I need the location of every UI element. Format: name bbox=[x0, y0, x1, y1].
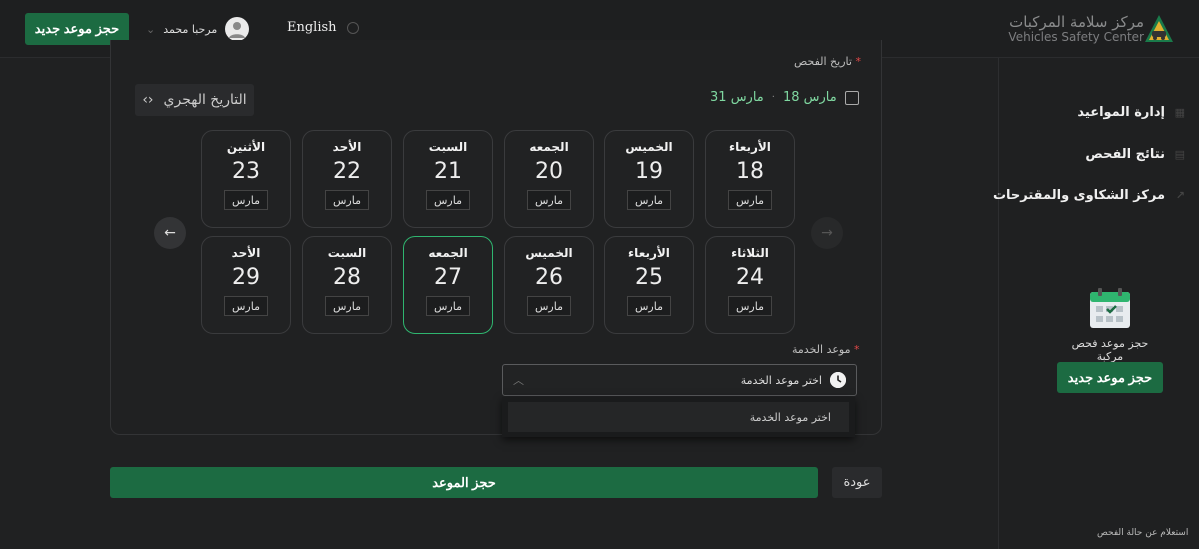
day-number: 21 bbox=[434, 159, 462, 184]
day-card[interactable]: الأثنين 23 مارس bbox=[201, 130, 291, 228]
sidebar-item-label: نتائج الفحص bbox=[1085, 147, 1165, 162]
day-number: 24 bbox=[736, 265, 764, 290]
back-button[interactable]: عودة bbox=[832, 467, 882, 498]
next-arrow-icon[interactable]: → bbox=[811, 217, 843, 249]
day-name: السبت bbox=[428, 140, 468, 154]
month-badge: مارس bbox=[527, 190, 571, 210]
month-badge: مارس bbox=[325, 190, 369, 210]
sidebar-item-label: مركز الشكاوى والمقترحات bbox=[992, 188, 1165, 203]
day-card[interactable]: الجمعه 20 مارس bbox=[504, 130, 594, 228]
brand-name-en: Vehicles Safety Center bbox=[1008, 30, 1144, 45]
status-inquiry-link[interactable]: استعلام عن حالة الفحص bbox=[1097, 528, 1188, 538]
language-label: English bbox=[287, 20, 337, 35]
sidebar-item-complaints[interactable]: مركز الشكاوى والمقترحات ↗ bbox=[992, 188, 1185, 203]
day-number: 20 bbox=[535, 159, 563, 184]
dropdown-option[interactable]: اختر موعد الخدمة bbox=[508, 402, 849, 432]
range-end: 31 مارس bbox=[710, 90, 764, 105]
required-mark: * bbox=[853, 343, 860, 356]
day-card[interactable]: السبت 28 مارس bbox=[302, 236, 392, 334]
day-name: الأربعاء bbox=[729, 140, 771, 154]
day-number: 26 bbox=[535, 265, 563, 290]
month-badge: مارس bbox=[224, 296, 268, 316]
day-name: الأربعاء bbox=[628, 246, 670, 260]
clock-icon bbox=[830, 372, 846, 388]
day-number: 18 bbox=[736, 159, 764, 184]
external-link-icon: ↗ bbox=[1175, 189, 1185, 202]
day-card[interactable]: الجمعه 27 مارس bbox=[403, 236, 493, 334]
hijri-toggle-button[interactable]: ‹› التاريخ الهجري bbox=[135, 84, 254, 116]
day-name: الأحد bbox=[332, 140, 362, 154]
user-menu[interactable]: ⌄ مرحبا محمد bbox=[146, 16, 250, 42]
day-card[interactable]: الأربعاء 25 مارس bbox=[604, 236, 694, 334]
day-number: 29 bbox=[232, 265, 260, 290]
month-badge: مارس bbox=[325, 296, 369, 316]
avatar bbox=[225, 17, 250, 41]
select-placeholder: اختر موعد الخدمة bbox=[740, 373, 822, 387]
day-card[interactable]: الأربعاء 18 مارس bbox=[705, 130, 795, 228]
month-badge: مارس bbox=[728, 190, 772, 210]
sidebar-item-label: إدارة المواعيد bbox=[1077, 105, 1165, 120]
day-name: الثلاثاء bbox=[731, 246, 769, 260]
sidebar-item-results[interactable]: نتائج الفحص ▤ bbox=[1085, 147, 1185, 162]
day-card[interactable]: الأحد 22 مارس bbox=[302, 130, 392, 228]
day-name: السبت bbox=[327, 246, 367, 260]
month-badge: مارس bbox=[728, 296, 772, 316]
date-range: 31 مارس · 18 مارس bbox=[710, 90, 859, 105]
required-mark: * bbox=[855, 55, 861, 68]
day-name: الجمعه bbox=[428, 246, 468, 260]
day-name: الجمعه bbox=[529, 140, 569, 154]
range-separator: · bbox=[771, 92, 775, 103]
service-time-dropdown: اختر موعد الخدمة bbox=[502, 397, 855, 437]
calendar-check-icon bbox=[1090, 288, 1130, 328]
day-number: 28 bbox=[333, 265, 361, 290]
chevron-down-icon: ⌄ bbox=[146, 22, 156, 36]
day-name: الخميس bbox=[525, 246, 573, 260]
service-time-label-text: موعد الخدمة bbox=[792, 343, 851, 356]
chevron-up-icon: ︿ bbox=[513, 374, 524, 387]
day-card[interactable]: الأحد 29 مارس bbox=[201, 236, 291, 334]
service-time-label: موعد الخدمة * bbox=[792, 343, 859, 356]
day-name: الخميس bbox=[625, 140, 673, 154]
book-appointment-button[interactable]: حجز الموعد bbox=[110, 467, 818, 498]
date-label-text: تاريخ الفحص bbox=[794, 55, 852, 68]
day-number: 22 bbox=[333, 159, 361, 184]
service-time-select[interactable]: ︿ اختر موعد الخدمة bbox=[502, 364, 857, 396]
hijri-label: التاريخ الهجري bbox=[163, 92, 247, 108]
day-number: 23 bbox=[232, 159, 260, 184]
code-icon: ‹› bbox=[142, 92, 154, 108]
range-start: 18 مارس bbox=[782, 90, 837, 105]
promo-new-booking-button[interactable]: حجز موعد جديد bbox=[1057, 362, 1163, 393]
month-badge: مارس bbox=[627, 190, 671, 210]
calendar-icon bbox=[844, 90, 859, 105]
day-name: الأحد bbox=[231, 246, 261, 260]
day-card[interactable]: السبت 21 مارس bbox=[403, 130, 493, 228]
brand-name: مركز سلامة المركبات Vehicles Safety Cent… bbox=[1008, 13, 1144, 45]
day-number: 25 bbox=[635, 265, 663, 290]
day-card[interactable]: الثلاثاء 24 مارس bbox=[705, 236, 795, 334]
month-badge: مارس bbox=[426, 190, 470, 210]
date-label: تاريخ الفحص * bbox=[794, 55, 861, 68]
globe-icon bbox=[346, 21, 359, 34]
promo-text: حجز موعد فحص مركبة bbox=[1071, 337, 1149, 363]
month-badge: مارس bbox=[627, 296, 671, 316]
language-toggle[interactable]: English bbox=[287, 20, 359, 35]
month-badge: مارس bbox=[527, 296, 571, 316]
vsc-logo-icon bbox=[1145, 15, 1173, 42]
day-card[interactable]: الخميس 26 مارس bbox=[504, 236, 594, 334]
day-number: 19 bbox=[635, 159, 663, 184]
document-icon: ▤ bbox=[1174, 148, 1185, 161]
user-greeting: مرحبا محمد bbox=[163, 22, 218, 36]
sidebar-item-appointments[interactable]: إدارة المواعيد ▦ bbox=[1077, 105, 1185, 120]
day-number: 27 bbox=[434, 265, 462, 290]
month-badge: مارس bbox=[426, 296, 470, 316]
day-name: الأثنين bbox=[226, 140, 266, 154]
month-badge: مارس bbox=[224, 190, 268, 210]
prev-arrow-icon[interactable]: ← bbox=[154, 217, 186, 249]
calendar-icon: ▦ bbox=[1174, 106, 1185, 119]
brand-name-ar: مركز سلامة المركبات bbox=[1009, 13, 1144, 31]
day-card[interactable]: الخميس 19 مارس bbox=[604, 130, 694, 228]
